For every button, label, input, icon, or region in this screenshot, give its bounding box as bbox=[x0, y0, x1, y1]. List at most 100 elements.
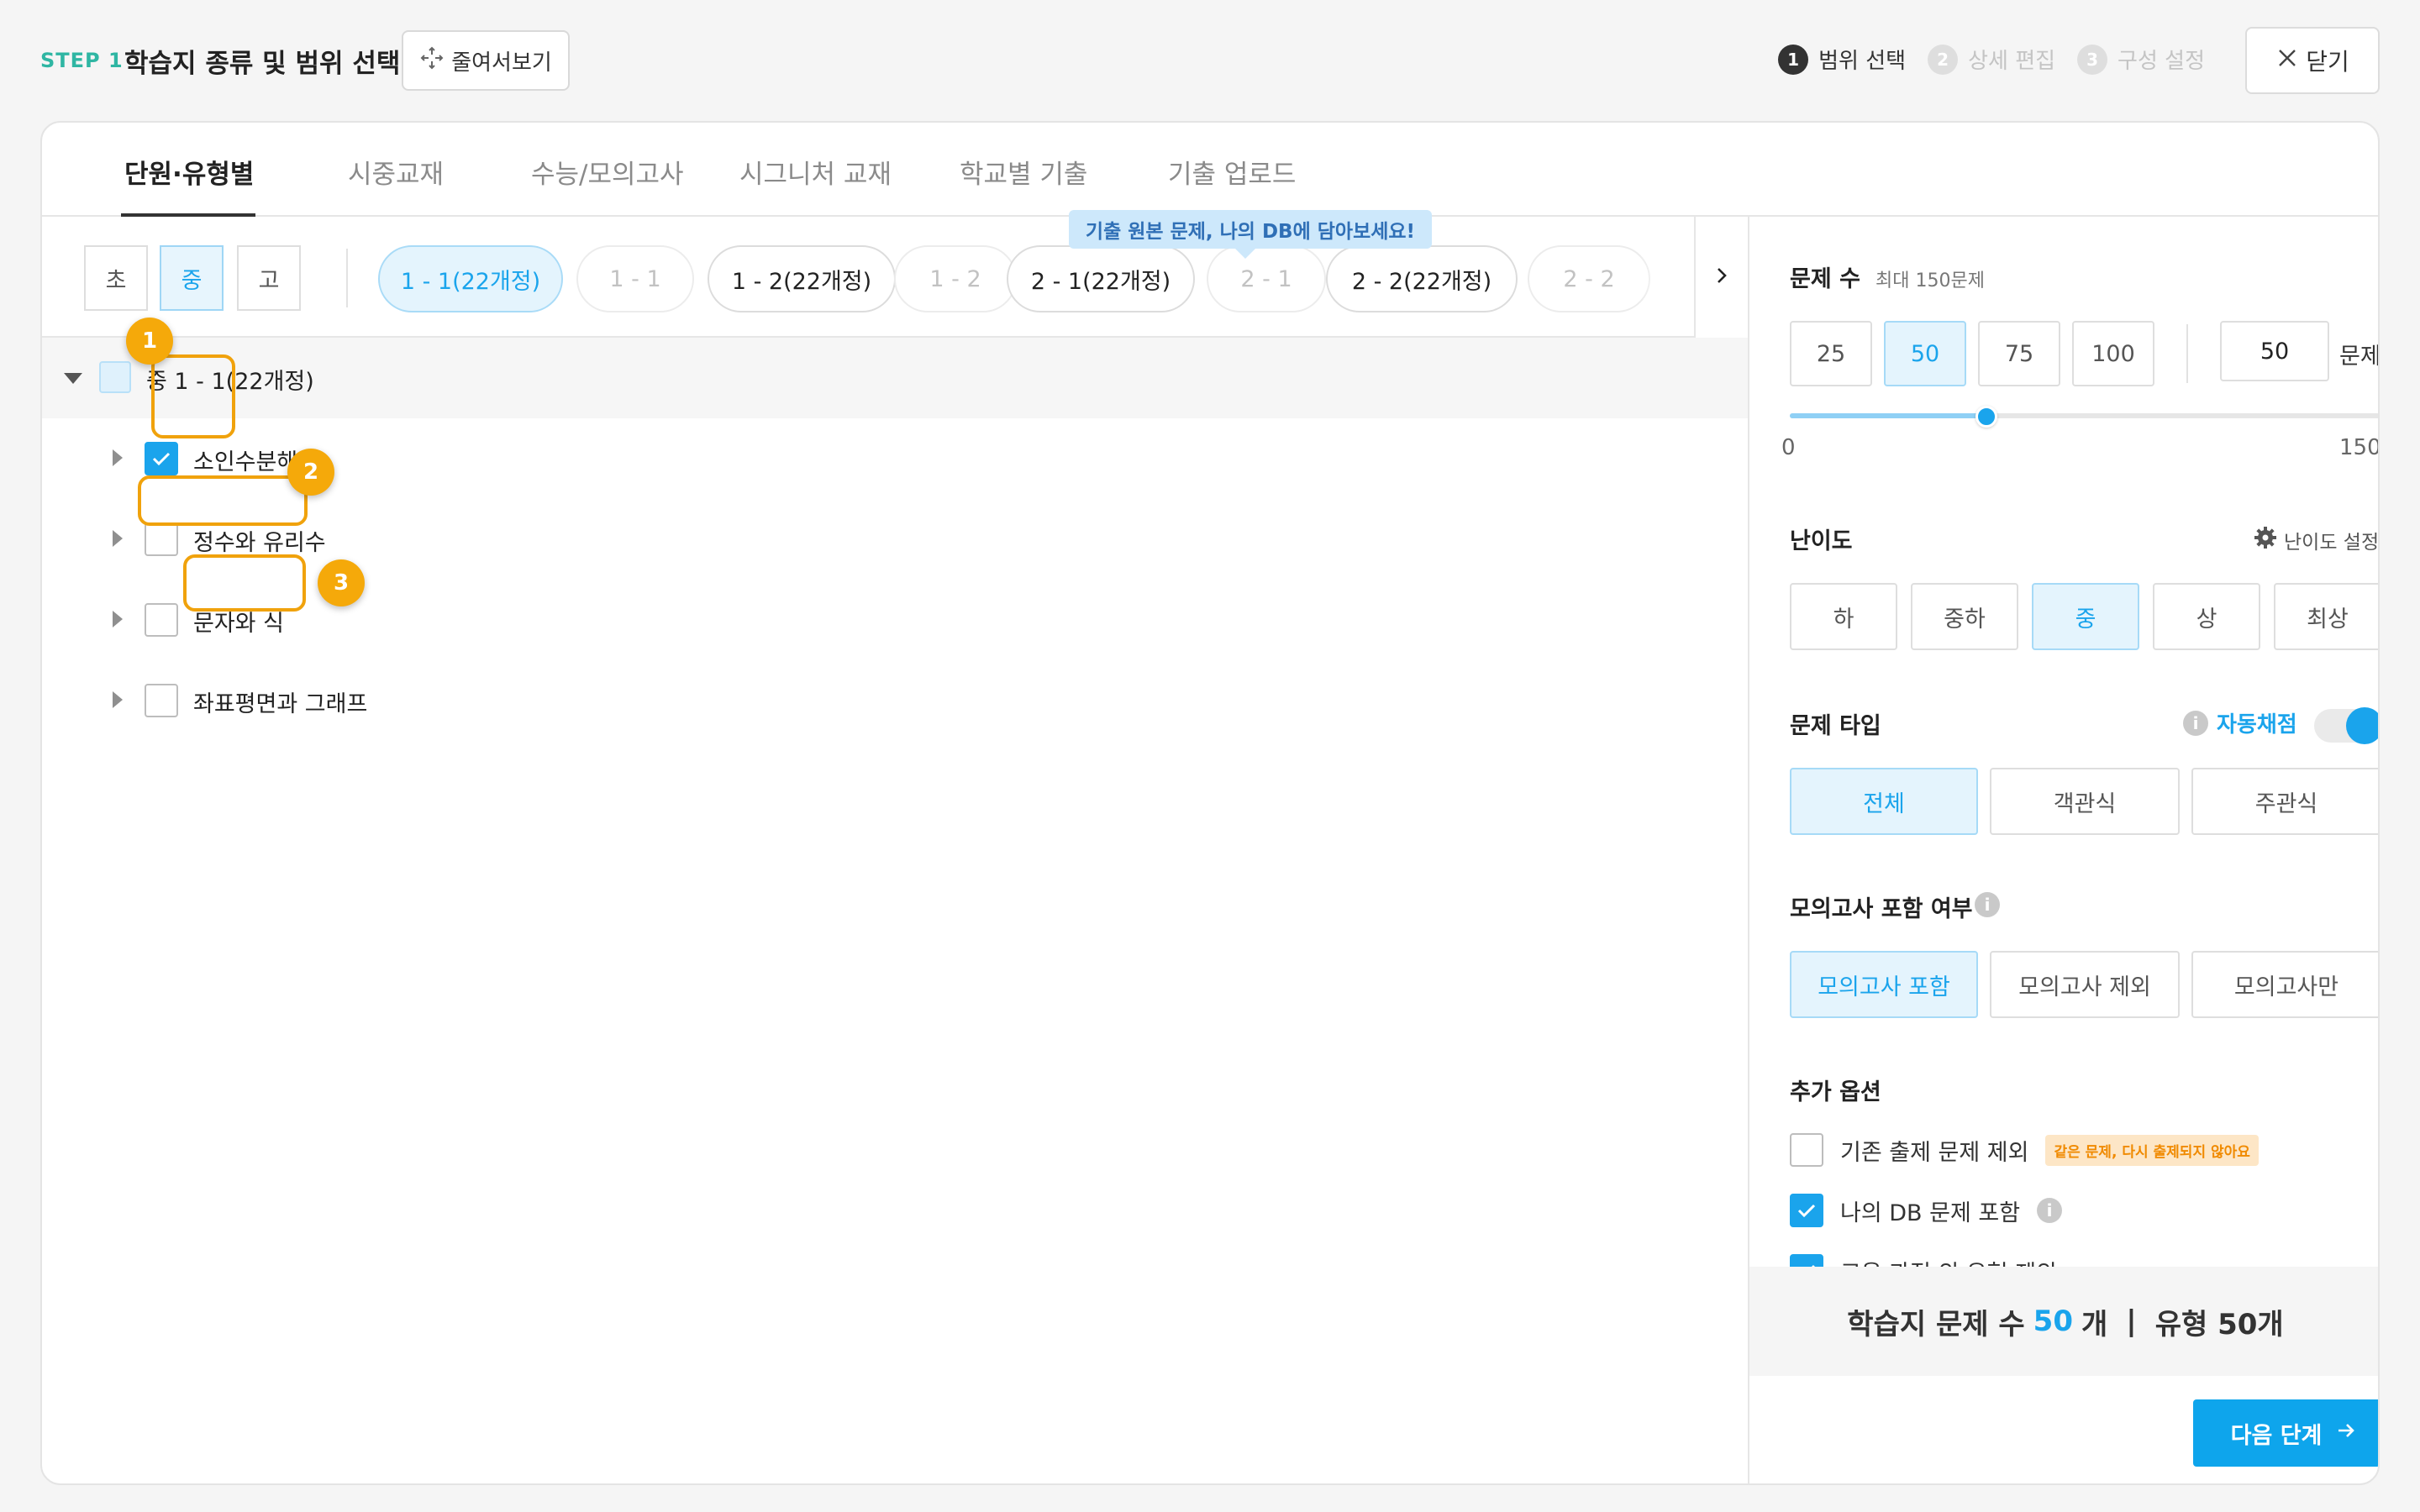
extra-option-label: 기존 출제 문제 제외 bbox=[1840, 1139, 2029, 1166]
step-composition-setting: 3 구성 설정 bbox=[2077, 44, 2205, 75]
difficulty-setting-button[interactable]: 난이도 설정 bbox=[2254, 526, 2378, 554]
difficulty-title: 난이도 bbox=[1790, 528, 1853, 554]
type-option[interactable]: 주관식 bbox=[2191, 768, 2378, 835]
mock-option[interactable]: 모의고사 제외 bbox=[1990, 951, 2180, 1018]
chip-grade[interactable]: 1 - 1(22개정) bbox=[378, 245, 563, 312]
tab-unit-type[interactable]: 단원·유형별 bbox=[124, 153, 254, 191]
tree-item[interactable]: 좌표평면과 그래프 bbox=[42, 660, 1748, 741]
tree-item-label: 정수와 유리수 bbox=[193, 530, 326, 556]
info-icon[interactable]: i bbox=[1975, 892, 2000, 917]
auto-grade-toggle[interactable] bbox=[2314, 707, 2378, 744]
count-subtitle: 최대 150문제 bbox=[1876, 270, 1985, 291]
tab-school-exams[interactable]: 학교별 기출 bbox=[960, 153, 1087, 191]
count-option-button[interactable]: 50 bbox=[1884, 321, 1966, 386]
page-title: 학습지 종류 및 범위 선택 bbox=[124, 49, 401, 79]
caret-right-icon[interactable] bbox=[113, 449, 123, 466]
collapse-view-button[interactable]: 줄여서보기 bbox=[402, 30, 570, 91]
summary-types: 유형 50개 bbox=[2154, 1307, 2284, 1341]
count-slider[interactable] bbox=[1790, 413, 2378, 418]
chip-scroll-right-button[interactable] bbox=[1694, 217, 1748, 338]
count-option-button[interactable]: 75 bbox=[1978, 321, 2060, 386]
unit-checkbox[interactable] bbox=[145, 442, 178, 475]
unit-checkbox[interactable] bbox=[145, 522, 178, 556]
toggle-knob bbox=[2346, 707, 2378, 744]
unit-checkbox[interactable] bbox=[145, 603, 178, 637]
next-step-button[interactable]: 다음 단계 bbox=[2193, 1399, 2378, 1467]
chip-fade bbox=[1639, 234, 1689, 326]
difficulty-option[interactable]: 최상 bbox=[2274, 583, 2378, 650]
extra-option-label: 나의 DB 문제 포함 bbox=[1840, 1200, 2021, 1226]
type-option[interactable]: 전체 bbox=[1790, 768, 1978, 835]
annotation-highlight bbox=[138, 475, 308, 526]
extra-option-row[interactable]: 기존 출제 문제 제외 같은 문제, 다시 출제되지 않아요 bbox=[1790, 1132, 2259, 1168]
step-number: 1 bbox=[1778, 44, 1809, 75]
chip-grade[interactable]: 1 - 2 bbox=[894, 245, 1017, 312]
info-badge: 같은 문제, 다시 출제되지 않아요 bbox=[2045, 1134, 2259, 1166]
annotation-number: 1 bbox=[126, 318, 173, 365]
annotation-highlight bbox=[183, 554, 306, 612]
unit-checkbox[interactable] bbox=[145, 684, 178, 717]
tab-signature-books[interactable]: 시그니처 교재 bbox=[739, 153, 892, 191]
auto-grade-text: 자동채점 bbox=[2217, 712, 2297, 738]
close-icon bbox=[2275, 46, 2299, 76]
chip-grade[interactable]: 1 - 1 bbox=[576, 245, 694, 312]
chip-grade[interactable]: 2 - 1 bbox=[1207, 245, 1326, 312]
tree-item-label: 소인수분해 bbox=[193, 449, 298, 475]
tab-exam-upload[interactable]: 기출 업로드 bbox=[1168, 153, 1296, 191]
step-label: STEP 1 bbox=[40, 49, 124, 72]
type-title: 문제 타입 bbox=[1790, 713, 1881, 739]
annotation-number: 3 bbox=[318, 559, 365, 606]
extra-option-checkbox[interactable] bbox=[1790, 1194, 1823, 1227]
step-indicator: 1 범위 선택 2 상세 편집 3 구성 설정 bbox=[1778, 44, 2205, 75]
count-option-button[interactable]: 100 bbox=[2072, 321, 2154, 386]
level-elementary-button[interactable]: 초 bbox=[84, 245, 148, 311]
tab-csat-mock[interactable]: 수능/모의고사 bbox=[531, 153, 684, 191]
chevron-right-icon bbox=[1711, 265, 1733, 290]
difficulty-option[interactable]: 상 bbox=[2153, 583, 2260, 650]
difficulty-option[interactable]: 하 bbox=[1790, 583, 1897, 650]
chip-grade[interactable]: 2 - 2(22개정) bbox=[1326, 245, 1518, 312]
extra-title: 추가 옵션 bbox=[1790, 1079, 1881, 1105]
caret-down-icon[interactable] bbox=[64, 373, 82, 384]
close-button[interactable]: 닫기 bbox=[2245, 27, 2380, 94]
mock-option[interactable]: 모의고사만 bbox=[2191, 951, 2378, 1018]
slider-fill bbox=[1790, 413, 1986, 418]
summary-separator: | bbox=[2126, 1305, 2137, 1338]
grade-filter-row: 초 중 고 1 - 1(22개정) 1 - 1 1 - 2(22개정) 1 - … bbox=[42, 217, 1748, 338]
level-middle-button[interactable]: 중 bbox=[160, 245, 224, 311]
difficulty-option[interactable]: 중하 bbox=[1911, 583, 2018, 650]
count-unit: 문제 bbox=[2339, 344, 2380, 370]
caret-right-icon[interactable] bbox=[113, 691, 123, 708]
count-option-button[interactable]: 25 bbox=[1790, 321, 1872, 386]
caret-right-icon[interactable] bbox=[113, 611, 123, 627]
extra-option-row[interactable]: 나의 DB 문제 포함 i bbox=[1790, 1193, 2063, 1228]
difficulty-option[interactable]: 중 bbox=[2032, 583, 2139, 650]
count-input[interactable]: 50 bbox=[2220, 321, 2329, 381]
tab-commercial-books[interactable]: 시중교재 bbox=[348, 153, 444, 191]
summary-count: 50 bbox=[2033, 1305, 2073, 1338]
divider bbox=[2186, 324, 2188, 383]
tree-root-row[interactable]: 중 1 - 1(22개정) bbox=[42, 338, 1748, 418]
info-icon[interactable]: i bbox=[2037, 1198, 2063, 1223]
chip-grade[interactable]: 2 - 1(22개정) bbox=[1007, 245, 1195, 312]
level-high-button[interactable]: 고 bbox=[237, 245, 301, 311]
step-text: 구성 설정 bbox=[2118, 49, 2205, 74]
summary-bar: 학습지 문제 수 50 개 | 유형 50개 bbox=[1749, 1267, 2378, 1376]
mock-option[interactable]: 모의고사 포함 bbox=[1790, 951, 1978, 1018]
gear-icon bbox=[2254, 526, 2277, 554]
slider-min-label: 0 bbox=[1781, 435, 1796, 460]
slider-max-label: 150 bbox=[2339, 435, 2380, 460]
step-text: 범위 선택 bbox=[1818, 49, 1907, 74]
step-range-select: 1 범위 선택 bbox=[1778, 44, 1906, 75]
extra-option-checkbox[interactable] bbox=[1790, 1133, 1823, 1167]
info-icon[interactable]: i bbox=[2183, 710, 2208, 736]
chip-grade[interactable]: 1 - 2(22개정) bbox=[708, 245, 896, 312]
caret-right-icon[interactable] bbox=[113, 530, 123, 547]
root-checkbox-partial[interactable] bbox=[99, 361, 131, 393]
divider bbox=[346, 249, 348, 307]
type-option[interactable]: 객관식 bbox=[1990, 768, 2180, 835]
slider-thumb[interactable] bbox=[1975, 406, 1997, 428]
chip-grade[interactable]: 2 - 2 bbox=[1528, 245, 1650, 312]
tree-item-label: 좌표평면과 그래프 bbox=[193, 691, 368, 717]
main-card: 단원·유형별 시중교재 수능/모의고사 시그니처 교재 학교별 기출 기출 업로… bbox=[40, 121, 2380, 1485]
